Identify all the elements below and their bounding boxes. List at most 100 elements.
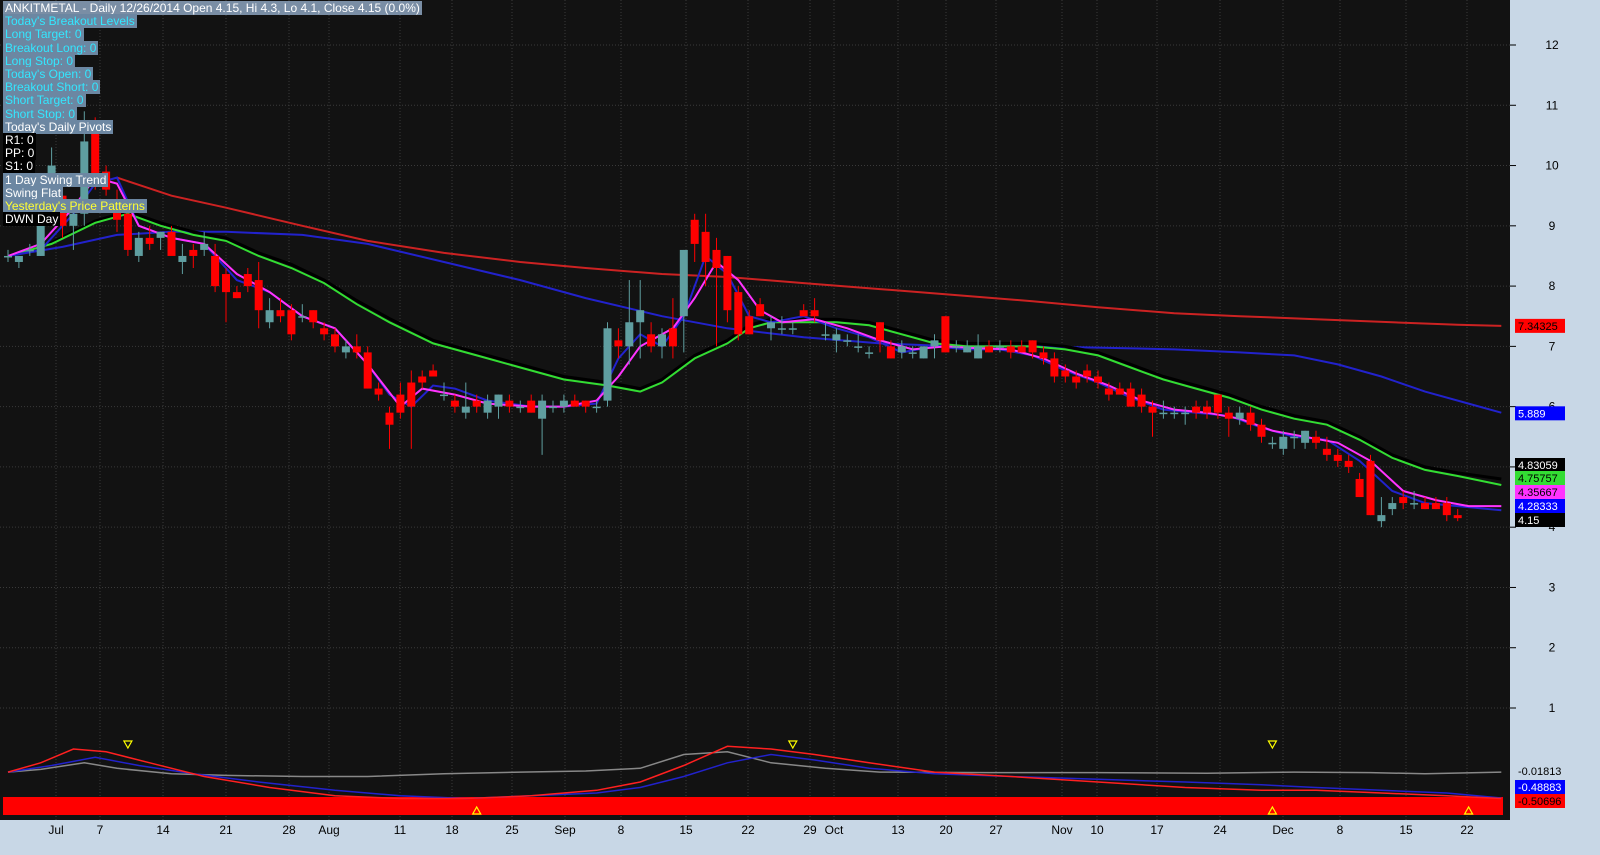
pivot-s1: S1: 0 (3, 159, 36, 174)
candle-body (679, 249, 688, 317)
candle-body (298, 316, 307, 318)
candle-body (1159, 412, 1168, 415)
candle-body (1039, 352, 1048, 359)
candle-body (254, 280, 263, 311)
candle-body (407, 382, 416, 407)
candle-body (1399, 497, 1408, 504)
candle-body (952, 346, 961, 348)
candle-body (1192, 406, 1201, 413)
candle-body (974, 346, 983, 359)
candle-body (886, 346, 895, 359)
candle-body (843, 340, 852, 342)
candle-body (36, 225, 45, 256)
y-tick-label: 8 (1549, 279, 1556, 293)
candle-body (614, 340, 623, 347)
candle-body (832, 334, 841, 341)
candle-body (341, 346, 350, 353)
y-tick-label: 12 (1545, 38, 1559, 52)
x-tick-label: 20 (939, 823, 953, 837)
candle-body (1366, 460, 1375, 516)
candle-body (1344, 460, 1353, 467)
x-tick-label: 21 (219, 823, 233, 837)
candle-body (516, 406, 525, 409)
candle-body (723, 255, 732, 311)
osc-gray-value: -0.01813 (1518, 766, 1561, 778)
breakout-long: Breakout Long: 0 (3, 40, 99, 55)
candle-body (603, 328, 612, 401)
candle-body (156, 231, 165, 238)
y-tick-label: 9 (1549, 219, 1556, 233)
x-tick-label: 15 (679, 823, 693, 837)
candle-body (592, 406, 601, 409)
candle-body (385, 412, 394, 425)
ma-red-value: 7.34325 (1518, 321, 1558, 333)
chart-title: ANKITMETAL - Daily 12/26/2014 Open 4.15,… (3, 1, 422, 15)
candle-body (494, 394, 503, 407)
candle-body (756, 304, 765, 317)
candle-body (1028, 340, 1037, 353)
candle-body (876, 322, 884, 341)
candle-body (1072, 376, 1081, 383)
candle-body (995, 346, 1004, 348)
candle-body (222, 274, 230, 293)
x-tick-label: Dec (1272, 823, 1293, 837)
candle-body (265, 310, 274, 323)
candle-body (352, 346, 361, 353)
candle-body (374, 388, 383, 395)
candle-body (145, 237, 154, 244)
breakout-short: Breakout Short: 0 (3, 80, 101, 95)
candle-body (581, 400, 590, 407)
todays-open: Today's Open: 0 (3, 67, 94, 82)
info-panel: ANKITMETAL - Daily 12/26/2014 Open 4.15,… (3, 1, 422, 227)
candle-body (1224, 412, 1233, 419)
candle-body (472, 400, 481, 407)
candle-body (1235, 412, 1244, 419)
x-tick-label: 29 (803, 823, 817, 837)
candle-body (985, 346, 993, 353)
candle-body (1290, 436, 1299, 439)
candle-body (461, 406, 470, 413)
candle-body (865, 352, 874, 354)
candle-body (211, 255, 220, 287)
candle-body (1442, 503, 1451, 516)
candle-body (919, 346, 928, 359)
candle-body (1006, 346, 1015, 353)
candle-body (799, 310, 808, 317)
candle-body (1377, 515, 1386, 522)
x-tick-label: 24 (1213, 823, 1227, 837)
candle-body (1213, 394, 1222, 413)
candle-body (363, 352, 372, 389)
x-tick-label: 18 (445, 823, 459, 837)
y-tick-label: 3 (1549, 580, 1556, 594)
candle-body (1421, 503, 1429, 510)
candle-body (1083, 370, 1092, 377)
candle-body (1246, 412, 1255, 425)
candle-body (1312, 436, 1320, 443)
x-tick-label: Sep (554, 823, 576, 837)
candle-body (1104, 388, 1113, 395)
candle-body (821, 334, 830, 336)
candle-body (1170, 412, 1179, 415)
candle-body (647, 334, 656, 347)
ma-black-value: 4.83059 (1518, 460, 1558, 472)
candle-body (1268, 442, 1277, 445)
ma-magenta-value: 4.35667 (1518, 487, 1558, 499)
candle-body (320, 328, 329, 335)
candle-body (625, 322, 634, 347)
y-tick-label: 2 (1549, 641, 1556, 655)
candle-body (331, 334, 339, 347)
candle-body (429, 370, 438, 377)
price-axis-panel (1510, 0, 1600, 855)
x-tick-label: 11 (394, 823, 407, 837)
candle-body (854, 346, 863, 348)
patterns-header: Yesterday's Price Patterns (3, 199, 147, 214)
breakout-header: Today's Breakout Levels (3, 14, 137, 29)
candle-body (930, 340, 939, 347)
candle-body (1410, 503, 1419, 505)
x-tick-label: 25 (505, 823, 519, 837)
candle-body (232, 292, 241, 299)
x-tick-label: Jul (48, 823, 63, 837)
y-tick-label: 7 (1549, 339, 1556, 353)
candle-body (668, 328, 677, 347)
candle-body (418, 376, 427, 383)
